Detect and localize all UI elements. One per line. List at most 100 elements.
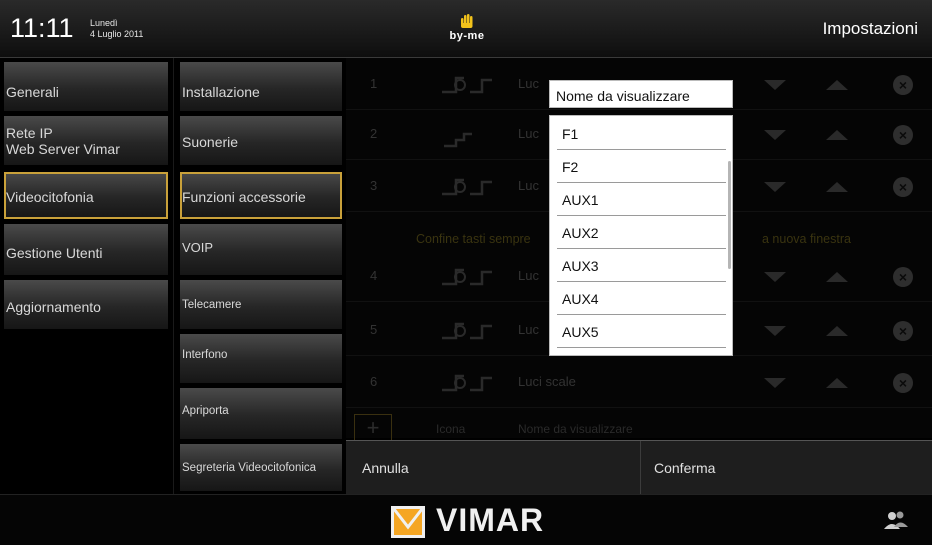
- option-label: F2: [562, 159, 579, 175]
- submenu-item-telecamere[interactable]: Telecamere: [180, 280, 342, 330]
- delete-icon[interactable]: ×: [893, 267, 913, 287]
- name-field[interactable]: Nome da visualizzare: [549, 80, 733, 108]
- option-item[interactable]: AUX5: [550, 315, 726, 348]
- delete-icon[interactable]: ×: [893, 75, 913, 95]
- cancel-button[interactable]: Annulla: [346, 441, 640, 495]
- date-label: 4 Luglio 2011: [90, 29, 144, 39]
- name-options-list[interactable]: F1 F2 AUX1 AUX2 AUX3 AUX4 AUX5: [549, 115, 733, 356]
- delete-icon[interactable]: ×: [893, 177, 913, 197]
- name-field-label: Nome da visualizzare: [556, 88, 690, 104]
- row-text: Luc: [518, 76, 539, 91]
- byme-logo: by-me: [449, 12, 485, 46]
- row-text: Luc: [518, 322, 539, 337]
- submenu-item-suonerie[interactable]: Suonerie: [180, 116, 342, 166]
- row-text: Luci scale: [518, 374, 576, 389]
- confirm-button[interactable]: Conferma: [640, 441, 932, 495]
- delete-icon[interactable]: ×: [893, 373, 913, 393]
- submenu-item-funzioni-accessorie[interactable]: Funzioni accessorie: [180, 172, 342, 219]
- users-icon[interactable]: [884, 511, 908, 529]
- cancel-label: Annulla: [362, 460, 409, 476]
- menu-item-gestione-utenti[interactable]: Gestione Utenti: [4, 224, 168, 276]
- move-up-icon[interactable]: [826, 272, 848, 282]
- submenu-item-voip[interactable]: VOIP: [180, 224, 342, 276]
- option-item[interactable]: AUX4: [550, 282, 726, 315]
- vimar-brand: VIMAR: [436, 502, 545, 538]
- submenu-item-label: Suonerie: [182, 134, 239, 150]
- light-icon: [442, 76, 492, 94]
- delete-icon[interactable]: ×: [893, 125, 913, 145]
- menu-item-label: Gestione Utenti: [6, 245, 103, 261]
- move-down-icon[interactable]: [764, 326, 786, 336]
- row-text: Luc: [518, 178, 539, 193]
- menu-item-videocitofonia[interactable]: Videocitofonia: [4, 172, 168, 219]
- list-scrollbar[interactable]: [728, 161, 731, 269]
- submenu-item-label: Apriporta: [182, 405, 229, 417]
- info-note: Confine tasti sempre: [416, 232, 531, 246]
- row-number: 2: [370, 126, 378, 141]
- submenu-item-apriporta[interactable]: Apriporta: [180, 388, 342, 440]
- option-label: AUX5: [562, 324, 599, 340]
- hand-icon: [461, 14, 473, 28]
- submenu-item-label: Funzioni accessorie: [182, 189, 306, 205]
- move-down-icon[interactable]: [764, 272, 786, 282]
- option-label: AUX2: [562, 225, 599, 241]
- move-up-icon[interactable]: [826, 326, 848, 336]
- row-number: 1: [370, 76, 378, 91]
- name-column-label: Nome da visualizzare: [518, 422, 633, 436]
- option-label: AUX1: [562, 192, 599, 208]
- move-up-icon[interactable]: [826, 80, 848, 90]
- move-up-icon[interactable]: [826, 182, 848, 192]
- list-row: 6 Luci scale ×: [346, 358, 932, 408]
- add-row: + Icona Nome da visualizzare: [346, 408, 932, 444]
- top-bar: 11:11 Lunedì 4 Luglio 2011 by-me Imposta…: [0, 0, 932, 58]
- menu-item-rete-ip[interactable]: Rete IP Web Server Vimar: [4, 116, 168, 166]
- move-down-icon[interactable]: [764, 130, 786, 140]
- day-label: Lunedì: [90, 18, 118, 28]
- move-up-icon[interactable]: [826, 130, 848, 140]
- submenu-item-label: Interfono: [182, 349, 228, 361]
- submenu-item-segreteria[interactable]: Segreteria Videocitofonica: [180, 444, 342, 492]
- move-down-icon[interactable]: [764, 80, 786, 90]
- option-label: F1: [562, 126, 579, 142]
- light-icon: [442, 322, 492, 340]
- move-down-icon[interactable]: [764, 182, 786, 192]
- secondary-menu: Installazione Suonerie Funzioni accessor…: [173, 58, 345, 494]
- option-item[interactable]: AUX2: [550, 216, 726, 249]
- row-text: Luc: [518, 268, 539, 283]
- confirm-label: Conferma: [654, 460, 716, 476]
- info-note-end: a nuova finestra: [762, 232, 851, 246]
- byme-text: by-me: [449, 30, 485, 42]
- submenu-item-interfono[interactable]: Interfono: [180, 334, 342, 384]
- stairs-icon: [444, 132, 472, 148]
- date-display: Lunedì 4 Luglio 2011: [90, 18, 143, 40]
- row-number: 6: [370, 374, 378, 389]
- light-icon: [442, 178, 492, 196]
- row-text: Luc: [518, 126, 539, 141]
- move-down-icon[interactable]: [764, 378, 786, 388]
- submenu-item-installazione[interactable]: Installazione: [180, 62, 342, 112]
- option-item[interactable]: F1: [550, 117, 726, 150]
- footer-bar: VIMAR: [0, 494, 932, 545]
- option-item[interactable]: F2: [550, 150, 726, 183]
- clock: 11:11: [10, 13, 74, 43]
- menu-item-label: Aggiornamento: [6, 299, 101, 315]
- menu-item-label: Videocitofonia: [6, 189, 94, 205]
- light-icon: [442, 374, 492, 392]
- option-item[interactable]: AUX1: [550, 183, 726, 216]
- option-item[interactable]: AUX3: [550, 249, 726, 282]
- row-number: 4: [370, 268, 378, 283]
- option-label: AUX4: [562, 291, 599, 307]
- delete-icon[interactable]: ×: [893, 321, 913, 341]
- option-label: AUX3: [562, 258, 599, 274]
- menu-item-aggiornamento[interactable]: Aggiornamento: [4, 280, 168, 330]
- light-icon: [442, 268, 492, 286]
- primary-menu: Generali Rete IP Web Server Vimar Videoc…: [0, 58, 173, 494]
- menu-item-generali[interactable]: Generali: [4, 62, 168, 112]
- row-number: 5: [370, 322, 378, 337]
- vimar-logo-icon: [391, 506, 425, 538]
- dialog-buttons: Annulla Conferma: [346, 440, 932, 495]
- submenu-item-label: Installazione: [182, 84, 260, 100]
- move-up-icon[interactable]: [826, 378, 848, 388]
- submenu-item-label: Telecamere: [182, 299, 242, 311]
- row-number: 3: [370, 178, 378, 193]
